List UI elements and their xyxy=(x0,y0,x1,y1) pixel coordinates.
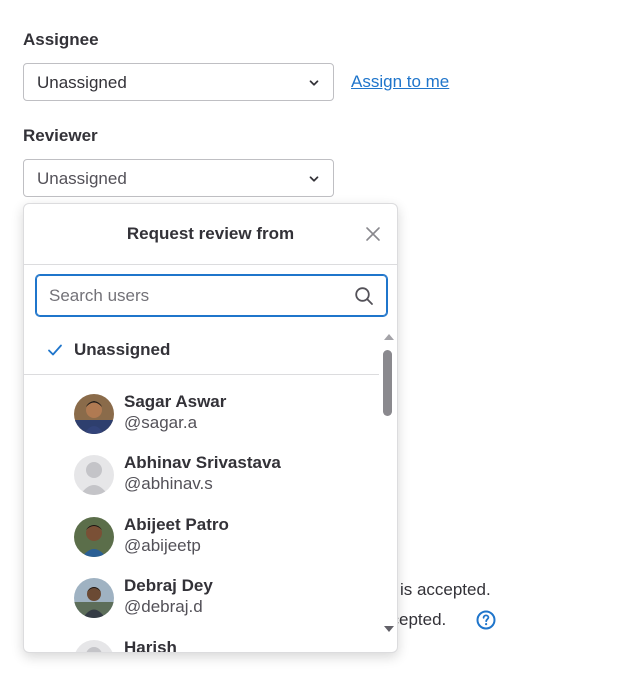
check-icon xyxy=(48,344,62,356)
assign-to-me-link[interactable]: Assign to me xyxy=(351,72,449,92)
user-list: Unassigned Sagar Aswar @sagar.a Abhinav … xyxy=(24,330,379,653)
assignee-select[interactable]: Unassigned xyxy=(23,63,334,101)
reviewer-select[interactable]: Unassigned xyxy=(23,159,334,197)
search-input[interactable] xyxy=(47,284,341,308)
assignee-value: Unassigned xyxy=(37,73,127,92)
user-handle: @sagar.a xyxy=(124,413,198,432)
user-name: Harish xyxy=(124,638,177,653)
user-name: Debraj Dey xyxy=(124,576,213,595)
user-handle: @abijeetp xyxy=(124,536,201,555)
help-icon[interactable] xyxy=(476,610,496,630)
avatar xyxy=(74,394,114,434)
avatar xyxy=(74,640,114,652)
user-handle: @abhinav.s xyxy=(124,474,213,493)
reviewer-value: Unassigned xyxy=(37,169,127,188)
list-item-user[interactable]: Sagar Aswar @sagar.a xyxy=(24,392,379,452)
divider xyxy=(24,374,379,375)
divider xyxy=(24,264,397,265)
scrollbar-thumb[interactable] xyxy=(383,350,392,416)
avatar xyxy=(74,578,114,618)
unassigned-label: Unassigned xyxy=(74,340,171,359)
assignee-label: Assignee xyxy=(23,30,99,49)
search-icon xyxy=(355,287,373,305)
scroll-up-arrow-icon[interactable] xyxy=(384,334,394,340)
list-item-user[interactable]: Debraj Dey @debraj.d xyxy=(24,576,379,636)
user-name: Sagar Aswar xyxy=(124,392,227,411)
avatar xyxy=(74,455,114,495)
list-item-user[interactable]: Abhinav Srivastava @abhinav.s xyxy=(24,453,379,513)
dropdown-title: Request review from xyxy=(126,224,295,243)
scrollbar[interactable] xyxy=(381,334,395,634)
user-handle: @debraj.d xyxy=(124,597,203,616)
avatar xyxy=(74,517,114,557)
chevron-down-icon xyxy=(309,176,319,182)
background-text-line1: st is accepted. xyxy=(382,580,491,599)
list-item-unassigned[interactable]: Unassigned xyxy=(24,330,379,370)
list-item-user[interactable]: Abijeet Patro @abijeetp xyxy=(24,515,379,575)
reviewer-dropdown: Request review from Unassigned xyxy=(23,203,398,653)
close-icon[interactable] xyxy=(365,226,381,242)
reviewer-label: Reviewer xyxy=(23,126,98,145)
list-item-user[interactable]: Harish xyxy=(24,638,379,653)
user-name: Abhinav Srivastava xyxy=(124,453,281,472)
chevron-down-icon xyxy=(309,80,319,86)
scroll-down-arrow-icon[interactable] xyxy=(384,626,394,632)
search-field[interactable] xyxy=(36,275,387,316)
user-name: Abijeet Patro xyxy=(124,515,229,534)
